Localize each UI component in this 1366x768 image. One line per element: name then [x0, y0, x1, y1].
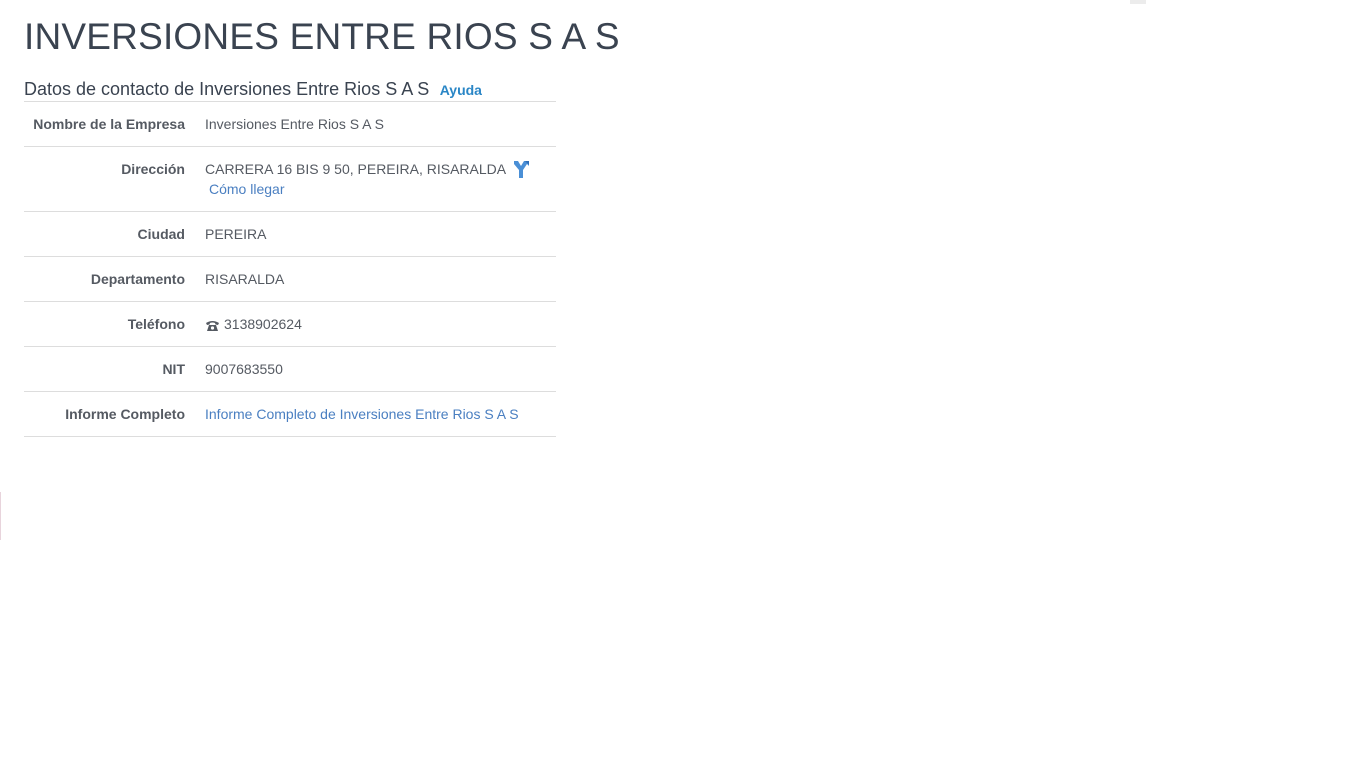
table-row-report: Informe Completo Informe Completo de Inv… — [24, 391, 556, 437]
table-row-nit: NIT 9007683550 — [24, 346, 556, 392]
full-report-link[interactable]: Informe Completo de Inversiones Entre Ri… — [205, 406, 519, 422]
directions-link[interactable]: Cómo llegar — [209, 179, 284, 199]
nit-value: 9007683550 — [205, 346, 556, 392]
phone-label: Teléfono — [24, 301, 205, 347]
phone-cell: 3138902624 — [205, 301, 556, 347]
table-row-company-name: Nombre de la Empresa Inversiones Entre R… — [24, 102, 556, 147]
city-label: Ciudad — [24, 211, 205, 257]
nit-label: NIT — [24, 346, 205, 392]
department-value: RISARALDA — [205, 256, 556, 302]
address-cell: CARRERA 16 BIS 9 50, PEREIRA, RISARALDA … — [205, 146, 556, 212]
report-cell: Informe Completo de Inversiones Entre Ri… — [205, 391, 556, 437]
table-row-phone: Teléfono 3138902624 — [24, 301, 556, 347]
report-label: Informe Completo — [24, 391, 205, 437]
address-value: CARRERA 16 BIS 9 50, PEREIRA, RISARALDA — [205, 161, 506, 177]
table-row-department: Departamento RISARALDA — [24, 256, 556, 302]
top-corner-decoration — [1130, 0, 1146, 4]
table-row-city: Ciudad PEREIRA — [24, 211, 556, 257]
directions-icon[interactable] — [511, 159, 531, 179]
help-link[interactable]: Ayuda — [440, 82, 482, 98]
table-row-address: Dirección CARRERA 16 BIS 9 50, PEREIRA, … — [24, 146, 556, 212]
company-name-label: Nombre de la Empresa — [24, 102, 205, 147]
address-label: Dirección — [24, 146, 205, 212]
contact-info-table: Nombre de la Empresa Inversiones Entre R… — [24, 102, 556, 437]
company-name-value: Inversiones Entre Rios S A S — [205, 102, 556, 147]
department-label: Departamento — [24, 256, 205, 302]
contact-section-title: Datos de contacto de Inversiones Entre R… — [24, 79, 430, 99]
page: INVERSIONES ENTRE RIOS S A S Datos de co… — [0, 0, 1366, 768]
contact-section-header: Datos de contacto de Inversiones Entre R… — [24, 77, 556, 102]
page-title: INVERSIONES ENTRE RIOS S A S — [24, 16, 620, 57]
contact-section: Datos de contacto de Inversiones Entre R… — [24, 77, 556, 437]
phone-value: 3138902624 — [224, 316, 302, 332]
left-edge-decoration — [0, 492, 1, 540]
city-value: PEREIRA — [205, 211, 556, 257]
phone-icon — [205, 318, 220, 332]
